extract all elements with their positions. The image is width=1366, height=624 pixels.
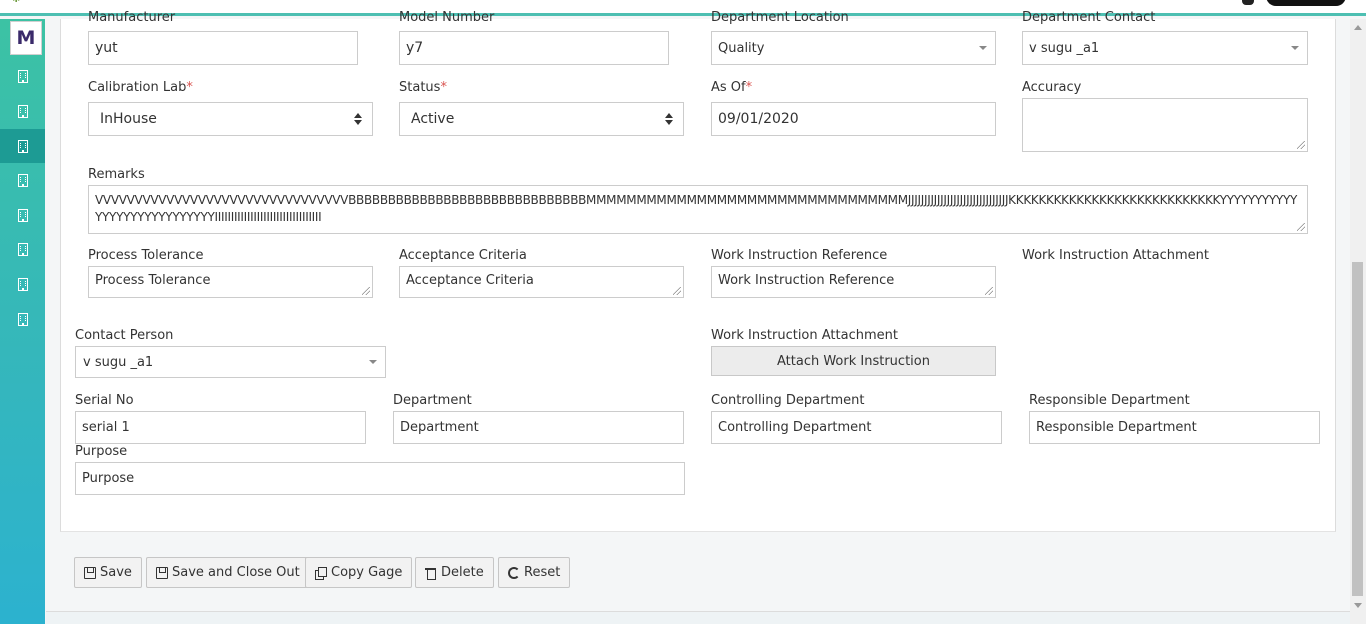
main-content: Manufacturer yut Model Number y7 Departm… (46, 10, 1350, 624)
department-label: Department (393, 393, 472, 408)
work-instruction-attachment-header: Work Instruction Attachment (1022, 248, 1209, 263)
accuracy-textarea[interactable] (1022, 98, 1308, 152)
contact-person-value: v sugu _a1 (83, 354, 154, 370)
building-icon (17, 312, 28, 326)
model-number-input[interactable]: y7 (399, 31, 669, 65)
department-contact-label: Department Contact (1022, 10, 1156, 25)
reset-icon (508, 566, 520, 579)
status-select[interactable]: Active (399, 102, 684, 136)
sort-arrows-icon (354, 113, 362, 125)
work-instruction-reference-label: Work Instruction Reference (711, 248, 888, 263)
model-number-label: Model Number (399, 10, 495, 25)
building-icon (17, 242, 28, 256)
sidebar-item-1[interactable] (0, 59, 45, 93)
responsible-department-input[interactable]: Responsible Department (1029, 411, 1320, 444)
process-tolerance-textarea[interactable]: Process Tolerance (88, 266, 373, 298)
contact-person-label: Contact Person (75, 328, 174, 343)
chevron-down-icon (369, 360, 377, 364)
manufacturer-label: Manufacturer (88, 10, 176, 25)
controlling-department-input[interactable]: Controlling Department (711, 411, 1002, 444)
scroll-down-icon[interactable] (1354, 603, 1362, 608)
building-icon (17, 104, 28, 118)
scrollbar-thumb[interactable] (1352, 262, 1363, 596)
copy-icon (315, 566, 327, 580)
calibration-lab-label: Calibration Lab* (88, 80, 193, 95)
building-icon (17, 277, 28, 291)
company-logo-icon: ✱ (12, 0, 32, 5)
calibration-lab-select[interactable]: InHouse (88, 102, 373, 136)
department-contact-value: v sugu _a1 (1029, 40, 1100, 56)
resize-handle-icon[interactable] (362, 287, 370, 295)
acceptance-criteria-label: Acceptance Criteria (399, 248, 527, 263)
department-contact-select[interactable]: v sugu _a1 (1022, 31, 1308, 65)
work-instruction-reference-textarea[interactable]: Work Instruction Reference (711, 266, 996, 298)
resize-handle-icon[interactable] (985, 287, 993, 295)
sort-arrows-icon (665, 113, 673, 125)
resize-handle-icon[interactable] (1297, 141, 1305, 149)
sidebar-item-2[interactable] (0, 94, 45, 128)
department-location-value: Quality (718, 40, 765, 56)
save-icon (84, 566, 96, 579)
manufacturer-input[interactable]: yut (88, 31, 358, 65)
page-bottom-strip (46, 612, 1350, 624)
delete-button[interactable]: Delete (415, 557, 494, 588)
copy-gage-button[interactable]: Copy Gage (305, 557, 413, 588)
trash-icon (425, 567, 437, 580)
remarks-text: VVVVVVVVVVVVVVVVVVVVVVVVVVVVVVVVBBBBBBBB… (95, 193, 1298, 224)
serial-no-label: Serial No (75, 393, 134, 408)
save-icon (156, 566, 168, 579)
department-input[interactable]: Department (393, 411, 684, 444)
status-label: Status* (399, 80, 447, 95)
user-mark-icon (1242, 0, 1254, 5)
chevron-down-icon (1291, 46, 1299, 50)
sidebar: M (0, 19, 45, 624)
gage-form-panel: Manufacturer yut Model Number y7 Departm… (60, 10, 1336, 532)
reset-button[interactable]: Reset (498, 557, 571, 588)
form-toolbar: Save Save and Close Out Copy Gage Delete… (46, 532, 1350, 612)
sidebar-item-3[interactable] (0, 129, 45, 163)
status-value: Active (411, 111, 455, 127)
controlling-department-label: Controlling Department (711, 393, 865, 408)
building-icon (17, 173, 28, 187)
work-instruction-attachment-label: Work Instruction Attachment (711, 328, 898, 343)
save-button[interactable]: Save (74, 557, 142, 588)
purpose-input[interactable]: Purpose (75, 462, 685, 495)
purpose-label: Purpose (75, 444, 128, 459)
as-of-date-input[interactable]: 09/01/2020 (711, 102, 996, 136)
sidebar-item-5[interactable] (0, 198, 45, 232)
serial-no-input[interactable]: serial 1 (75, 411, 366, 444)
sidebar-item-8[interactable] (0, 302, 45, 336)
sidebar-item-7[interactable] (0, 267, 45, 301)
vertical-scrollbar[interactable] (1350, 19, 1366, 624)
responsible-department-label: Responsible Department (1029, 393, 1190, 408)
department-location-select[interactable]: Quality (711, 31, 996, 65)
building-icon (17, 139, 28, 153)
contact-person-select[interactable]: v sugu _a1 (75, 346, 386, 378)
remarks-label: Remarks (88, 167, 145, 182)
brand-logo-icon (1266, 0, 1346, 6)
building-icon (17, 69, 28, 83)
calibration-lab-value: InHouse (100, 111, 157, 127)
sidebar-item-4[interactable] (0, 163, 45, 197)
accuracy-label: Accuracy (1022, 80, 1082, 95)
sidebar-item-6[interactable] (0, 232, 45, 266)
acceptance-criteria-textarea[interactable]: Acceptance Criteria (399, 266, 684, 298)
scroll-up-icon[interactable] (1354, 25, 1362, 30)
attach-work-instruction-button[interactable]: Attach Work Instruction (711, 346, 996, 376)
remarks-textarea[interactable]: VVVVVVVVVVVVVVVVVVVVVVVVVVVVVVVVBBBBBBBB… (88, 185, 1308, 234)
chevron-down-icon (979, 46, 987, 50)
resize-handle-icon[interactable] (1297, 223, 1305, 231)
top-bar: ✱ (0, 0, 1366, 16)
resize-handle-icon[interactable] (673, 287, 681, 295)
department-location-label: Department Location (711, 10, 849, 25)
app-logo[interactable]: M (10, 21, 42, 55)
process-tolerance-label: Process Tolerance (88, 248, 204, 263)
as-of-label: As Of* (711, 80, 753, 95)
save-and-close-button[interactable]: Save and Close Out (146, 557, 310, 588)
building-icon (17, 208, 28, 222)
